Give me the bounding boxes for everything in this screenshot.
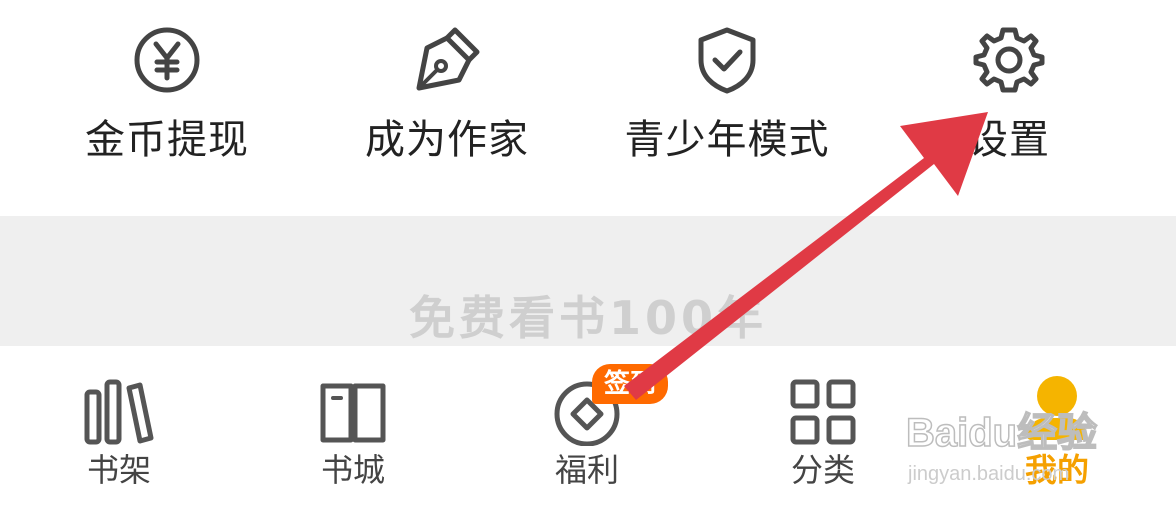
yen-coin-icon bbox=[134, 27, 200, 93]
quick-action-settings[interactable]: 设置 bbox=[862, 0, 1156, 216]
tab-bookstore-label: 书城 bbox=[320, 451, 385, 489]
check-in-badge: 签到 bbox=[592, 364, 669, 404]
tab-me[interactable]: 我的 bbox=[940, 346, 1174, 512]
grid-icon bbox=[790, 379, 856, 445]
quick-action-become-writer-label: 成为作家 bbox=[365, 117, 529, 163]
tab-bookshelf-label: 书架 bbox=[86, 451, 151, 489]
quick-actions-row: 金币提现 成为作家 青少年模式 设置 bbox=[0, 0, 1176, 216]
tab-bookshelf[interactable]: 书架 bbox=[2, 346, 236, 512]
shield-check-icon bbox=[698, 27, 756, 94]
quick-action-withdraw-label: 金币提现 bbox=[85, 117, 249, 163]
tab-welfare[interactable]: 签到 福利 bbox=[470, 346, 704, 512]
profile-icon-body bbox=[1027, 418, 1087, 440]
quick-action-teen-mode[interactable]: 青少年模式 bbox=[580, 0, 874, 216]
quick-action-become-writer[interactable]: 成为作家 bbox=[300, 0, 594, 216]
tab-welfare-label: 福利 bbox=[554, 451, 619, 489]
tab-categories[interactable]: 分类 bbox=[706, 346, 940, 512]
quick-action-teen-mode-label: 青少年模式 bbox=[624, 117, 830, 163]
open-book-icon bbox=[320, 383, 386, 443]
gear-icon bbox=[973, 27, 1045, 93]
tab-me-label: 我的 bbox=[1024, 451, 1089, 489]
profile-icon bbox=[1037, 376, 1077, 416]
tab-categories-label: 分类 bbox=[790, 451, 855, 489]
bottom-tab-bar: 书架 书城 签到 福利 分类 我的 bbox=[0, 346, 1176, 512]
quick-action-settings-label: 设置 bbox=[968, 117, 1050, 163]
bookshelf-icon bbox=[84, 379, 154, 445]
pen-nib-icon bbox=[416, 27, 480, 91]
promo-banner-text: 免费看书100年 bbox=[408, 291, 768, 345]
tab-bookstore[interactable]: 书城 bbox=[236, 346, 470, 512]
quick-action-withdraw[interactable]: 金币提现 bbox=[20, 0, 314, 216]
